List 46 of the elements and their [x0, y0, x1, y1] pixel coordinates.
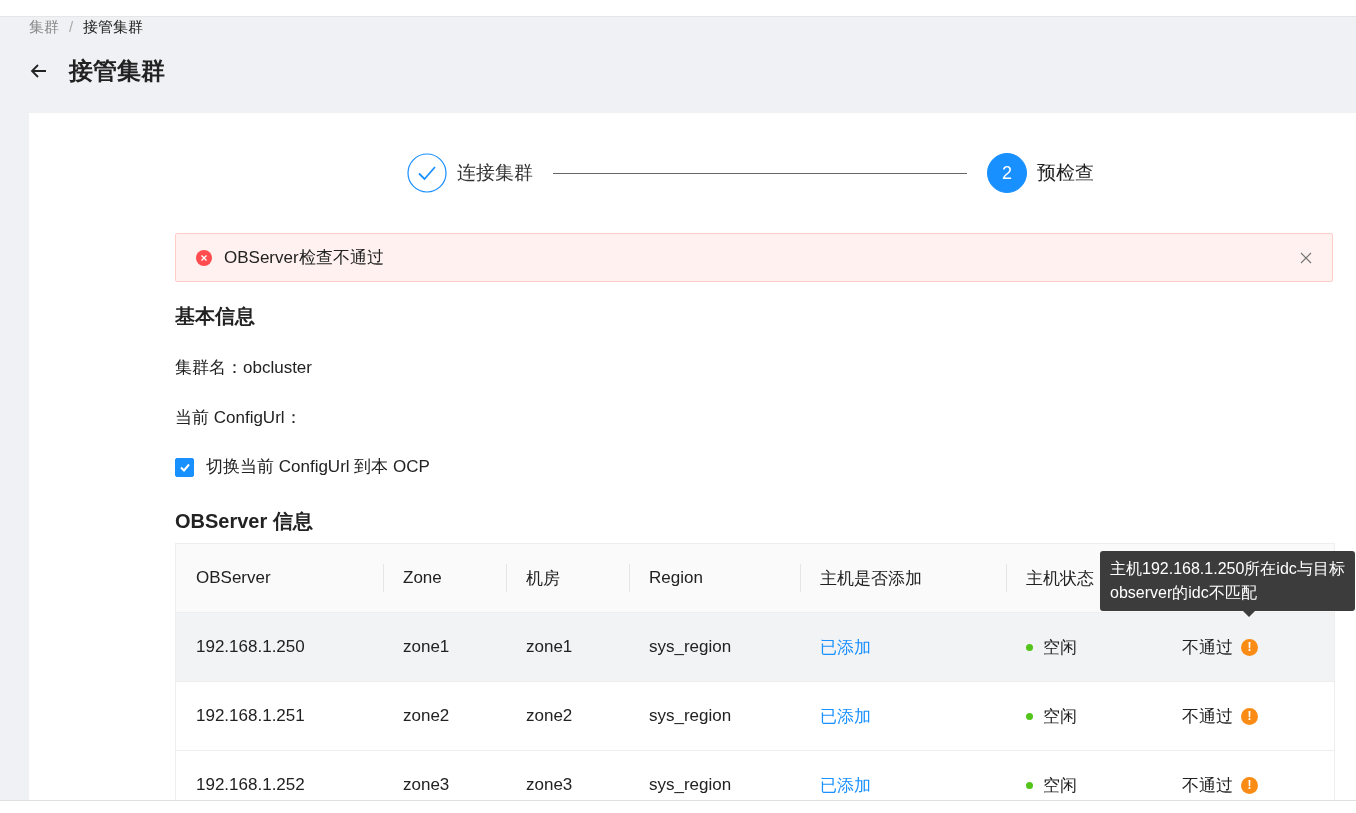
error-icon — [196, 249, 212, 266]
section-title: OBServer 信息 — [175, 509, 314, 534]
step-label: 预检查 — [1037, 161, 1094, 185]
alert-message: OBServer检查不通过 — [224, 247, 385, 269]
breadcrumb-item[interactable]: 集群 — [29, 17, 59, 37]
table-cell-text: zone3 — [402, 774, 451, 796]
check-result-text: 不通过 — [1182, 705, 1233, 728]
table-cell-text: 192.168.1.251 — [195, 705, 306, 727]
check-result-text: 不通过 — [1182, 774, 1233, 797]
host-status-text: 空闲 — [1043, 636, 1077, 659]
host-status-text: 空闲 — [1043, 705, 1077, 728]
table-cell-text: 192.168.1.252 — [195, 774, 306, 796]
checkbox-label[interactable]: 切换当前 ConfigUrl 到本 OCP — [206, 455, 430, 479]
table-cell-text: 192.168.1.250 — [195, 636, 306, 658]
warning-icon[interactable]: ! — [1241, 638, 1258, 656]
table-cell-text: zone1 — [402, 636, 451, 658]
info-field: 集群名：obcluster — [175, 356, 1356, 380]
host-status-text: 空闲 — [1043, 774, 1077, 797]
host-added-link[interactable]: 已添加 — [820, 635, 871, 659]
table-cell-text: sys_region — [648, 774, 733, 796]
tooltip-text: 主机192.168.1.250所在idc与目标 observer的idc不匹配 — [1110, 559, 1345, 603]
table-cell-text: zone2 — [402, 705, 451, 727]
column-header: 机房 — [506, 544, 629, 612]
table-cell-text: sys_region — [648, 636, 733, 658]
breadcrumb-item: 接管集群 — [83, 17, 144, 37]
page-title: 接管集群 — [69, 56, 165, 86]
step-label: 连接集群 — [457, 161, 533, 185]
breadcrumb-separator: / — [69, 17, 74, 37]
checkbox[interactable] — [175, 457, 194, 477]
table-cell-text: zone1 — [525, 636, 574, 658]
close-icon[interactable] — [1300, 251, 1312, 264]
column-header: Region — [629, 544, 800, 612]
check-result-text: 不通过 — [1182, 636, 1233, 659]
column-header: Zone — [383, 544, 506, 612]
warning-icon[interactable]: ! — [1241, 776, 1258, 794]
table-cell-text: zone3 — [525, 774, 574, 796]
table-cell-text: sys_region — [648, 705, 733, 727]
host-added-link[interactable]: 已添加 — [820, 704, 871, 728]
section-title: 基本信息 — [175, 304, 256, 329]
column-header: 主机是否添加 — [800, 544, 1006, 612]
step-number: 2 — [987, 153, 1027, 193]
column-header: OBServer — [195, 567, 272, 589]
table-cell-text: zone2 — [525, 705, 574, 727]
info-field: 当前 ConfigUrl： — [175, 406, 1356, 430]
host-added-link[interactable]: 已添加 — [820, 773, 871, 797]
warning-icon[interactable]: ! — [1241, 707, 1258, 725]
